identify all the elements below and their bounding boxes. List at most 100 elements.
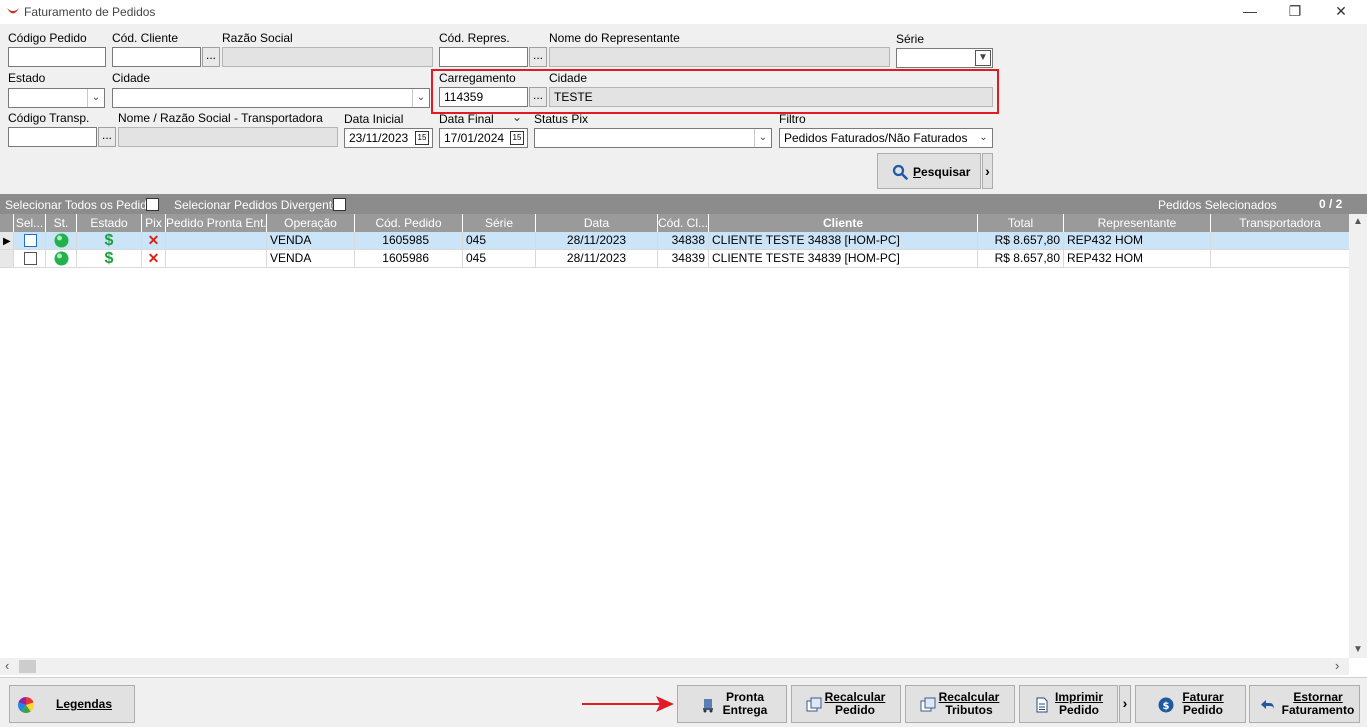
chevron-down-icon: ⌄ (754, 129, 771, 147)
cod-cliente-label: Cód. Cliente (112, 31, 179, 45)
col-header-serie[interactable]: Série (463, 214, 536, 232)
row-select-cell[interactable] (14, 232, 46, 250)
representante-lookup-button[interactable]: ... (529, 47, 547, 67)
chevron-down-icon: ⌄ (87, 89, 104, 107)
pix-status-x-icon: ✕ (142, 232, 166, 250)
legendas-button[interactable]: Legendas (9, 685, 135, 723)
selected-count-label: Pedidos Selecionados (1158, 198, 1277, 212)
svg-text:$: $ (1163, 701, 1170, 712)
col-header-estado[interactable]: Estado (77, 214, 142, 232)
col-header-cod-cliente[interactable]: Cód. Cl... (658, 214, 709, 232)
data-final-picker[interactable]: 17/01/2024 15 (439, 128, 528, 148)
imprimir-pedido-button[interactable]: Imprimir Pedido (1019, 685, 1118, 723)
pesquisar-button[interactable]: Pesquisar (877, 153, 981, 189)
maximize-button[interactable]: ❐ (1272, 0, 1318, 24)
codigo-pedido-input[interactable] (8, 47, 106, 67)
vertical-scrollbar[interactable]: ▲ ▼ (1349, 214, 1367, 658)
col-header-sel[interactable]: Sel... (14, 214, 46, 232)
col-header-transportadora[interactable]: Transportadora (1211, 214, 1349, 232)
chevron-down-icon: ▼ (975, 50, 991, 66)
data-final-value: 17/01/2024 (444, 131, 505, 145)
recalcular-pedido-button[interactable]: Recalcular Pedido (791, 685, 901, 723)
minimize-button[interactable]: — (1227, 0, 1273, 24)
selected-count: 0 / 2 (1319, 197, 1343, 211)
col-header-representante[interactable]: Representante (1064, 214, 1211, 232)
data-inicial-value: 23/11/2023 (349, 131, 409, 145)
col-header-pix[interactable]: Pix (142, 214, 166, 232)
nome-transportadora-field (118, 127, 338, 147)
row-select-checkbox[interactable] (24, 252, 37, 265)
chevron-down-icon: ⌄ (412, 89, 429, 107)
calendar-icon[interactable]: 15 (415, 131, 429, 145)
scroll-right-icon[interactable]: › (1335, 658, 1339, 673)
estado-select[interactable]: ⌄ (8, 88, 105, 108)
razao-social-field (222, 47, 433, 67)
col-header-pedido-pronta-entrega[interactable]: Pedido Pronta Ent... (166, 214, 267, 232)
chevron-down-icon: ⌄ (979, 132, 988, 143)
scroll-down-icon[interactable]: ▼ (1353, 644, 1363, 655)
status-cell (46, 250, 77, 268)
faturar-pedido-label: Faturar Pedido (1182, 690, 1224, 717)
pronta-entrega-button[interactable]: Pronta Entrega (677, 685, 787, 723)
cidade-select[interactable]: ⌄ (112, 88, 430, 108)
scroll-left-icon[interactable]: ‹ (5, 658, 9, 673)
filter-panel: Código Pedido Cód. Cliente ... Razão Soc… (0, 24, 1367, 194)
recalcular-tributos-button[interactable]: Recalcular Tributos (905, 685, 1015, 723)
green-status-icon (54, 233, 69, 248)
cod-repres-label: Cód. Repres. (439, 31, 510, 45)
calendar-icon[interactable]: 15 (510, 131, 524, 145)
app-logo-icon (7, 8, 19, 14)
col-header-cliente[interactable]: Cliente (709, 214, 978, 232)
window-title: Faturamento de Pedidos (24, 5, 156, 19)
col-header-total[interactable]: Total (978, 214, 1064, 232)
transportadora-cell (1211, 250, 1349, 268)
nome-transportadora-label: Nome / Razão Social - Transportadora (118, 111, 323, 125)
status-cell (46, 232, 77, 250)
estornar-faturamento-button[interactable]: Estornar Faturamento (1249, 685, 1360, 723)
select-divergent-checkbox[interactable] (333, 198, 346, 211)
select-all-checkbox[interactable] (146, 198, 159, 211)
operacao-cell: VENDA (267, 232, 355, 250)
more-actions-button[interactable]: › (1119, 685, 1131, 723)
cod-repres-input[interactable] (439, 47, 528, 67)
col-header-st[interactable]: St. (46, 214, 77, 232)
carregamento-lookup-button[interactable]: ... (529, 87, 547, 107)
filtro-select[interactable]: Pedidos Faturados/Não Faturados ⌄ (779, 128, 993, 148)
recalcular-tributos-label: Recalcular Tributos (938, 690, 1000, 717)
scroll-up-icon[interactable]: ▲ (1353, 216, 1363, 227)
table-row[interactable]: $ ✕ VENDA 1605986 045 28/11/2023 34839 C… (0, 250, 1349, 268)
serie-select[interactable]: ▼ (896, 48, 993, 68)
recalculate-icon (806, 697, 822, 712)
row-indicator (0, 250, 14, 268)
cliente-cell: CLIENTE TESTE 34839 [HOM-PC] (709, 250, 978, 268)
recalcular-pedido-label: Recalcular Pedido (824, 690, 886, 717)
faturar-pedido-button[interactable]: $ Faturar Pedido (1135, 685, 1246, 723)
row-select-cell[interactable] (14, 250, 46, 268)
color-wheel-icon (18, 697, 34, 713)
table-row[interactable]: ▶ $ ✕ VENDA 1605985 045 28/11/2023 34838… (0, 232, 1349, 250)
close-button[interactable]: ✕ (1318, 0, 1364, 24)
pesquisar-more-button[interactable]: › (982, 153, 993, 189)
selection-bar: Selecionar Todos os Pedidos Selecionar P… (0, 194, 1367, 214)
data-inicial-picker[interactable]: 23/11/2023 15 (344, 128, 433, 148)
imprimir-pedido-label: Imprimir Pedido (1054, 690, 1103, 717)
search-icon (892, 164, 908, 180)
codigo-transp-input[interactable] (8, 127, 97, 147)
razao-social-label: Razão Social (222, 31, 293, 45)
cliente-lookup-button[interactable]: ... (202, 47, 220, 67)
col-header-cod-pedido[interactable]: Cód. Pedido (355, 214, 463, 232)
title-bar: Faturamento de Pedidos — ❐ ✕ (0, 0, 1367, 24)
cod-cliente-input[interactable] (112, 47, 201, 67)
carregamento-input[interactable]: 114359 (439, 87, 528, 107)
status-pix-select[interactable]: ⌄ (534, 128, 772, 148)
chevron-down-icon[interactable]: ⌄ (512, 110, 522, 124)
col-header-operacao[interactable]: Operação (267, 214, 355, 232)
carregamento-cidade-field: TESTE (549, 87, 993, 107)
transportadora-lookup-button[interactable]: ... (98, 127, 116, 147)
scroll-thumb[interactable] (19, 660, 36, 673)
document-icon (1036, 697, 1048, 713)
horizontal-scrollbar[interactable]: ‹ › (0, 658, 1349, 675)
col-header-data[interactable]: Data (536, 214, 658, 232)
row-select-checkbox[interactable] (24, 234, 37, 247)
filtro-value: Pedidos Faturados/Não Faturados (784, 131, 968, 145)
